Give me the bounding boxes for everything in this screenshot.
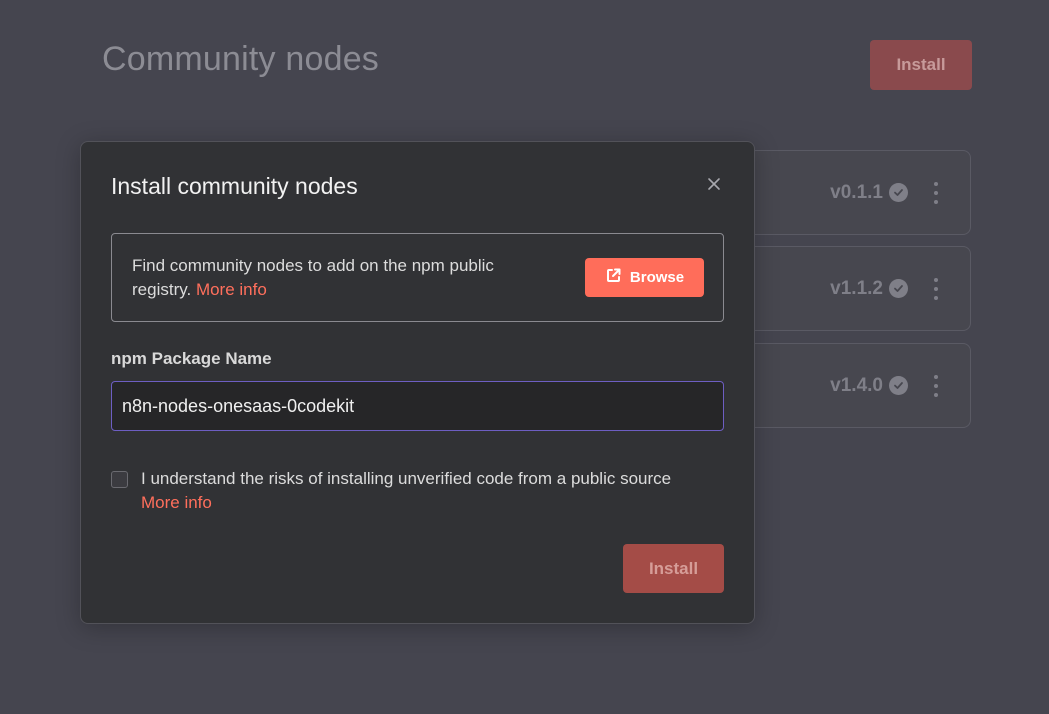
- consent-more-info-link[interactable]: More info: [141, 491, 212, 515]
- info-more-info-link[interactable]: More info: [196, 280, 267, 299]
- page-title: Community nodes: [102, 40, 380, 78]
- dialog-install-button[interactable]: Install: [623, 544, 724, 593]
- info-text: Find community nodes to add on the npm p…: [132, 254, 552, 302]
- close-icon[interactable]: [705, 175, 723, 193]
- browse-button[interactable]: Browse: [585, 258, 704, 297]
- version-label: v1.1.2: [830, 277, 883, 299]
- package-name-label: npm Package Name: [111, 349, 272, 368]
- more-vertical-icon[interactable]: [930, 374, 942, 397]
- package-name-input[interactable]: [111, 381, 724, 431]
- version-label: v0.1.1: [830, 181, 883, 203]
- node-version: v1.4.0: [830, 375, 908, 397]
- version-label: v1.4.0: [830, 374, 883, 396]
- node-version: v0.1.1: [830, 182, 908, 204]
- browse-label: Browse: [629, 269, 685, 286]
- info-message: Find community nodes to add on the npm p…: [132, 256, 494, 299]
- risk-consent-checkbox[interactable]: [111, 471, 128, 488]
- more-vertical-icon[interactable]: [930, 277, 942, 300]
- verified-check-icon: [889, 376, 908, 395]
- external-link-icon: [605, 267, 622, 288]
- more-vertical-icon[interactable]: [930, 181, 942, 204]
- verified-check-icon: [889, 183, 908, 202]
- install-button[interactable]: Install: [870, 40, 972, 90]
- info-callout: Find community nodes to add on the npm p…: [111, 233, 724, 322]
- dialog-title: Install community nodes: [111, 173, 358, 199]
- node-version: v1.1.2: [830, 278, 908, 300]
- verified-check-icon: [889, 279, 908, 298]
- risk-consent-text: I understand the risks of installing unv…: [141, 469, 672, 488]
- install-community-nodes-dialog: Install community nodes Find community n…: [80, 141, 755, 624]
